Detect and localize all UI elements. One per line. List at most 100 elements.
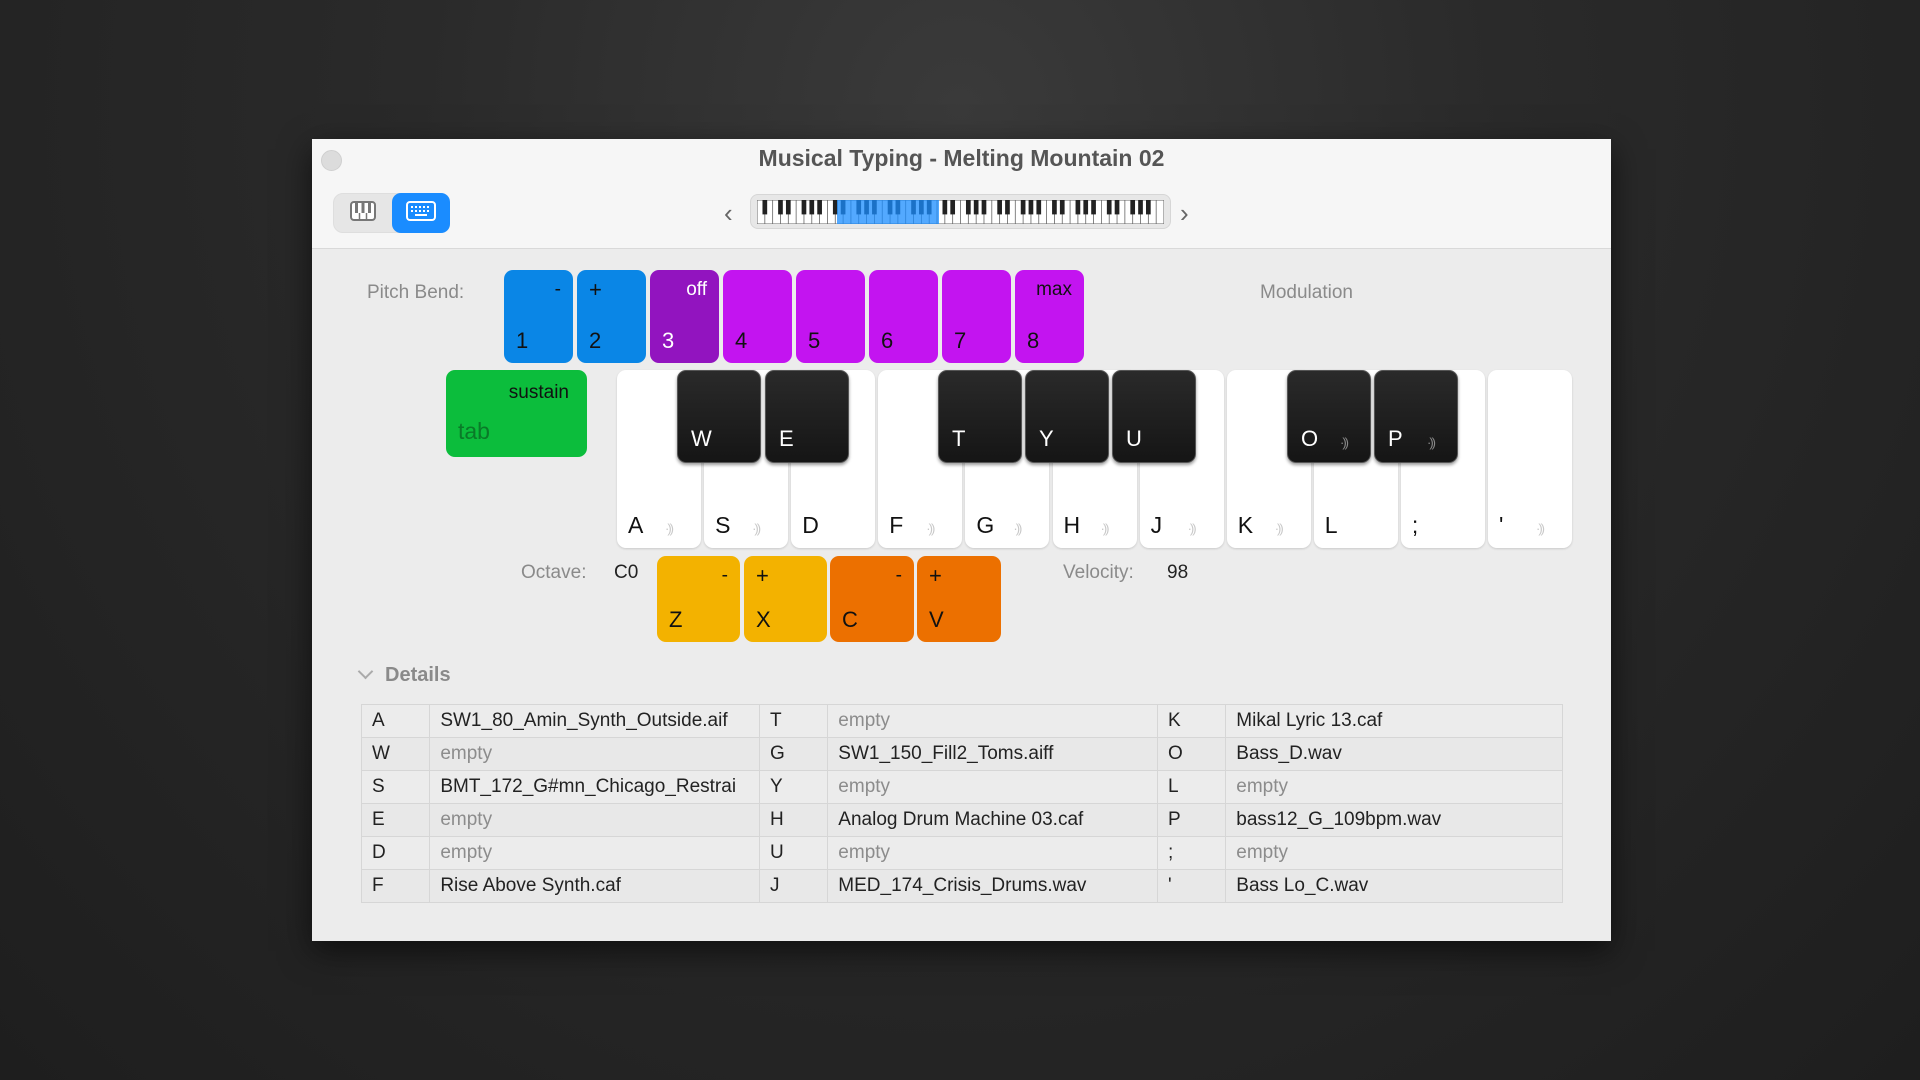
octave-down-key[interactable]: - Z bbox=[657, 556, 740, 642]
number-key-4[interactable]: 4 bbox=[723, 270, 792, 363]
number-key-3[interactable]: off 3 bbox=[650, 270, 719, 363]
details-disclosure[interactable]: Details bbox=[357, 663, 451, 687]
key-function-label: max bbox=[1036, 279, 1072, 300]
sample-file-cell[interactable]: bass12_G_109bpm.wav bbox=[1225, 803, 1563, 837]
mini-black-key bbox=[1052, 200, 1057, 215]
key-label: L bbox=[1324, 512, 1338, 538]
sample-file-cell[interactable]: empty bbox=[1225, 836, 1563, 870]
octave-up-key[interactable]: + X bbox=[744, 556, 827, 642]
velocity-down-key[interactable]: - C bbox=[830, 556, 914, 642]
octave-label: Octave: bbox=[521, 562, 587, 583]
mini-black-key bbox=[1145, 200, 1151, 215]
sample-file-cell[interactable]: empty bbox=[827, 704, 1158, 738]
velocity-up-key[interactable]: + V bbox=[917, 556, 1001, 642]
black-key-W[interactable]: W bbox=[677, 370, 761, 463]
key-cell: T bbox=[758, 704, 829, 738]
typing-view-button[interactable] bbox=[392, 193, 450, 233]
key-label: C bbox=[842, 607, 858, 632]
mini-black-key bbox=[778, 200, 783, 215]
mini-black-key bbox=[817, 200, 822, 215]
table-row: Wempty G SW1_150_Fill2_Toms.aiff O Bass_D.wa… bbox=[360, 737, 1563, 771]
key-label: H bbox=[1063, 512, 1081, 538]
sample-file-cell[interactable]: empty bbox=[429, 737, 760, 771]
key-label: G bbox=[976, 512, 995, 538]
sample-file-cell[interactable]: empty bbox=[827, 836, 1158, 870]
sample-file-cell[interactable]: MED_174_Crisis_Drums.wav bbox=[827, 869, 1158, 903]
sample-file-cell[interactable]: Analog Drum Machine 03.caf bbox=[827, 803, 1158, 837]
octave-range-next-button[interactable]: › bbox=[1180, 199, 1189, 227]
sample-file-cell[interactable]: empty bbox=[429, 836, 760, 870]
mini-black-key bbox=[1036, 200, 1042, 215]
keyboard-range-overview[interactable] bbox=[750, 194, 1171, 229]
key-label: 4 bbox=[735, 328, 748, 353]
black-key-O[interactable]: O ·)) bbox=[1287, 370, 1371, 463]
mini-black-key bbox=[997, 200, 1002, 215]
sample-file-cell[interactable]: empty bbox=[827, 770, 1158, 804]
key-cell: L bbox=[1156, 770, 1227, 804]
key-label: W bbox=[691, 426, 712, 451]
key-cell: ' bbox=[1156, 869, 1227, 903]
sustain-key[interactable]: sustain tab bbox=[446, 370, 587, 457]
sample-file-cell[interactable]: Rise Above Synth.caf bbox=[429, 869, 760, 903]
view-toggle bbox=[333, 193, 450, 233]
mini-black-key bbox=[785, 200, 791, 215]
sample-assigned-icon: ·)) bbox=[665, 521, 674, 536]
white-key-apostrophe[interactable]: ' ·)) bbox=[1488, 370, 1572, 548]
sample-file-cell[interactable]: Mikal Lyric 13.caf bbox=[1225, 704, 1563, 738]
plus-label: + bbox=[929, 563, 942, 588]
table-row: A SW1_80_Amin_Synth_Outside.aif Tempty K Mik… bbox=[360, 704, 1563, 738]
mini-black-key bbox=[1138, 200, 1143, 215]
mini-black-key bbox=[832, 200, 838, 215]
number-key-8[interactable]: max 8 bbox=[1015, 270, 1084, 363]
mini-black-key bbox=[1091, 200, 1096, 215]
number-key-6[interactable]: 6 bbox=[869, 270, 938, 363]
mini-black-key bbox=[1075, 200, 1081, 215]
key-cell: ; bbox=[1156, 836, 1227, 870]
sample-file-cell[interactable]: BMT_172_G#mn_Chicago_Restrai bbox=[429, 770, 760, 804]
chevron-down-icon bbox=[357, 663, 374, 680]
key-label: 7 bbox=[954, 328, 967, 353]
number-key-7[interactable]: 7 bbox=[942, 270, 1011, 363]
sample-assigned-icon: ·)) bbox=[1187, 521, 1197, 536]
window-title: Musical Typing - Melting Mountain 02 bbox=[758, 145, 1165, 171]
sample-assigned-icon: ·)) bbox=[752, 521, 761, 536]
black-key-T[interactable]: T bbox=[938, 370, 1022, 463]
key-label: ' bbox=[1499, 512, 1504, 538]
black-key-Y[interactable]: Y bbox=[1025, 370, 1109, 463]
mini-black-key bbox=[1106, 200, 1112, 215]
black-key-U[interactable]: U bbox=[1112, 370, 1196, 463]
number-key-2[interactable]: +2 bbox=[577, 270, 646, 363]
details-label: Details bbox=[385, 664, 451, 686]
sample-file-cell[interactable]: empty bbox=[1225, 770, 1563, 804]
details-table: A SW1_80_Amin_Synth_Outside.aif Tempty K Mik… bbox=[360, 704, 1563, 903]
key-cell: D bbox=[360, 836, 431, 870]
key-function-label: - bbox=[554, 279, 561, 300]
velocity-label: Velocity: bbox=[1063, 562, 1134, 583]
minus-label: - bbox=[895, 565, 902, 586]
number-key-1[interactable]: -1 bbox=[504, 270, 573, 363]
black-key-P[interactable]: P ·)) bbox=[1374, 370, 1458, 463]
toolbar: Musical Typing - Melting Mountain 02 ‹ › bbox=[312, 139, 1611, 249]
key-function-label: off bbox=[686, 279, 707, 300]
sample-file-cell[interactable]: Bass_D.wav bbox=[1225, 737, 1563, 771]
black-key-E[interactable]: E bbox=[765, 370, 849, 463]
piano-keyboard-icon bbox=[350, 200, 376, 226]
key-label: J bbox=[1150, 512, 1163, 538]
visible-range-highlight[interactable] bbox=[837, 200, 939, 224]
mini-black-key bbox=[1083, 200, 1089, 215]
number-key-5[interactable]: 5 bbox=[796, 270, 865, 363]
sample-file-cell[interactable]: SW1_80_Amin_Synth_Outside.aif bbox=[429, 704, 760, 738]
sample-file-cell[interactable]: Bass Lo_C.wav bbox=[1225, 869, 1563, 903]
octave-range-prev-button[interactable]: ‹ bbox=[724, 199, 733, 227]
sample-file-cell[interactable]: empty bbox=[429, 803, 760, 837]
key-label: P bbox=[1388, 426, 1403, 451]
mini-piano-keyboard[interactable] bbox=[757, 200, 1164, 224]
sample-file-cell[interactable]: SW1_150_Fill2_Toms.aiff bbox=[827, 737, 1158, 771]
mini-black-key bbox=[1059, 200, 1065, 215]
sustain-label: sustain bbox=[508, 382, 569, 403]
key-label: 5 bbox=[808, 328, 821, 353]
sample-assigned-icon: ·)) bbox=[1427, 435, 1436, 450]
key-label: O bbox=[1301, 426, 1319, 451]
key-cell: A bbox=[360, 704, 431, 738]
piano-view-button[interactable] bbox=[334, 194, 392, 232]
